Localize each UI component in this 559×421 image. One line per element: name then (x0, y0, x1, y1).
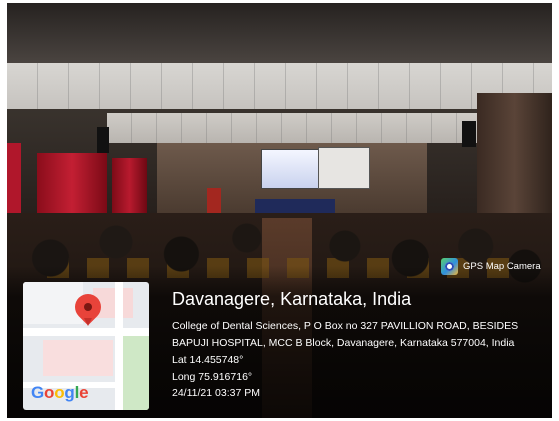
longitude: Long 75.916716° (172, 371, 253, 383)
map-road (23, 328, 149, 336)
latitude: Lat 14.455748° (172, 354, 244, 366)
map-park (123, 332, 149, 410)
map-block (43, 340, 113, 376)
address-line-1: College of Dental Sciences, P O Box no 3… (172, 320, 519, 332)
map-pin-tail (84, 318, 92, 326)
speaker-left (97, 127, 109, 153)
ceiling (7, 3, 552, 63)
datetime: 24/11/21 03:37 PM (172, 387, 260, 399)
gps-map-camera-icon (441, 257, 458, 275)
podium (207, 188, 221, 216)
app-badge: GPS Map Camera (441, 257, 541, 275)
speaker-right (462, 121, 476, 147)
app-name: GPS Map Camera (463, 260, 541, 272)
stage-banner (318, 147, 370, 189)
projection-screen (261, 149, 319, 189)
location-title: Davanagere, Karnataka, India (172, 289, 412, 309)
google-logo-letter: g (64, 383, 75, 402)
google-logo: Google (31, 383, 89, 403)
google-logo-letter: o (54, 383, 65, 402)
acoustic-panel-band (7, 63, 552, 109)
google-logo-letter: G (31, 383, 45, 402)
acoustic-panel-band-lower (107, 113, 477, 143)
google-logo-letter: o (44, 383, 55, 402)
map-road (115, 282, 123, 410)
google-logo-letter: e (79, 383, 89, 402)
map-pin-dot (84, 303, 92, 311)
address-line-2: BAPUJI HOSPITAL, MCC B Block, Davanagere… (172, 337, 515, 349)
map-thumbnail: Google (23, 282, 149, 410)
